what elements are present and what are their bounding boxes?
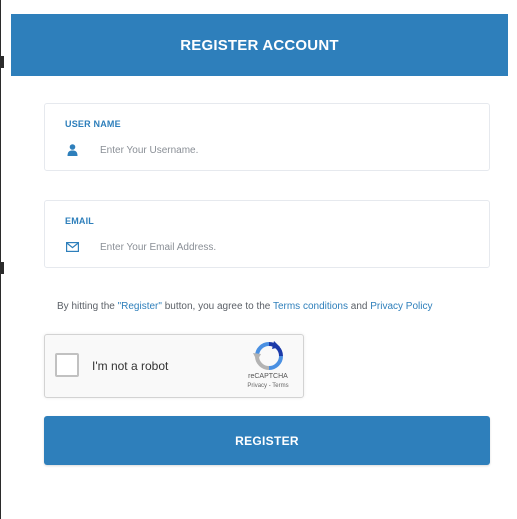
register-page: REGISTER ACCOUNT USER NAME EMAIL bbox=[0, 0, 517, 519]
window-edge-marker bbox=[1, 262, 4, 274]
privacy-policy-link[interactable]: Privacy Policy bbox=[370, 301, 432, 312]
recaptcha-label: I'm not a robot bbox=[92, 359, 169, 373]
envelope-icon bbox=[65, 240, 79, 254]
terms-conditions-link[interactable]: Terms conditions bbox=[273, 301, 348, 312]
username-input[interactable] bbox=[100, 141, 469, 159]
window-edge-marker bbox=[1, 56, 4, 68]
register-header: REGISTER ACCOUNT bbox=[11, 14, 508, 76]
recaptcha-terms-link[interactable]: Terms bbox=[272, 383, 288, 389]
recaptcha-privacy-link[interactable]: Privacy bbox=[247, 383, 267, 389]
recaptcha-widget: I'm not a robot reCAPTCHA Privacy - Term… bbox=[44, 334, 304, 398]
recaptcha-checkbox[interactable] bbox=[55, 353, 79, 377]
user-icon bbox=[65, 143, 79, 157]
page-title: REGISTER ACCOUNT bbox=[180, 36, 339, 54]
username-row bbox=[65, 140, 469, 160]
register-link[interactable]: "Register" bbox=[118, 301, 162, 312]
username-field-card: USER NAME bbox=[44, 103, 490, 171]
email-row bbox=[65, 237, 469, 257]
terms-prefix: By hitting the bbox=[57, 301, 118, 312]
email-input[interactable] bbox=[100, 238, 469, 256]
recaptcha-links: Privacy - Terms bbox=[235, 383, 301, 389]
recaptcha-brand: reCAPTCHA bbox=[248, 373, 288, 380]
username-label: USER NAME bbox=[65, 119, 121, 129]
recaptcha-logo-icon bbox=[252, 341, 286, 371]
terms-middle: button, you agree to the bbox=[161, 301, 273, 312]
register-button[interactable]: REGISTER bbox=[44, 416, 490, 465]
terms-notice: By hitting the "Register" button, you ag… bbox=[57, 301, 497, 312]
terms-conjunction: and bbox=[347, 301, 371, 312]
email-label: EMAIL bbox=[65, 216, 94, 226]
email-field-card: EMAIL bbox=[44, 200, 490, 268]
